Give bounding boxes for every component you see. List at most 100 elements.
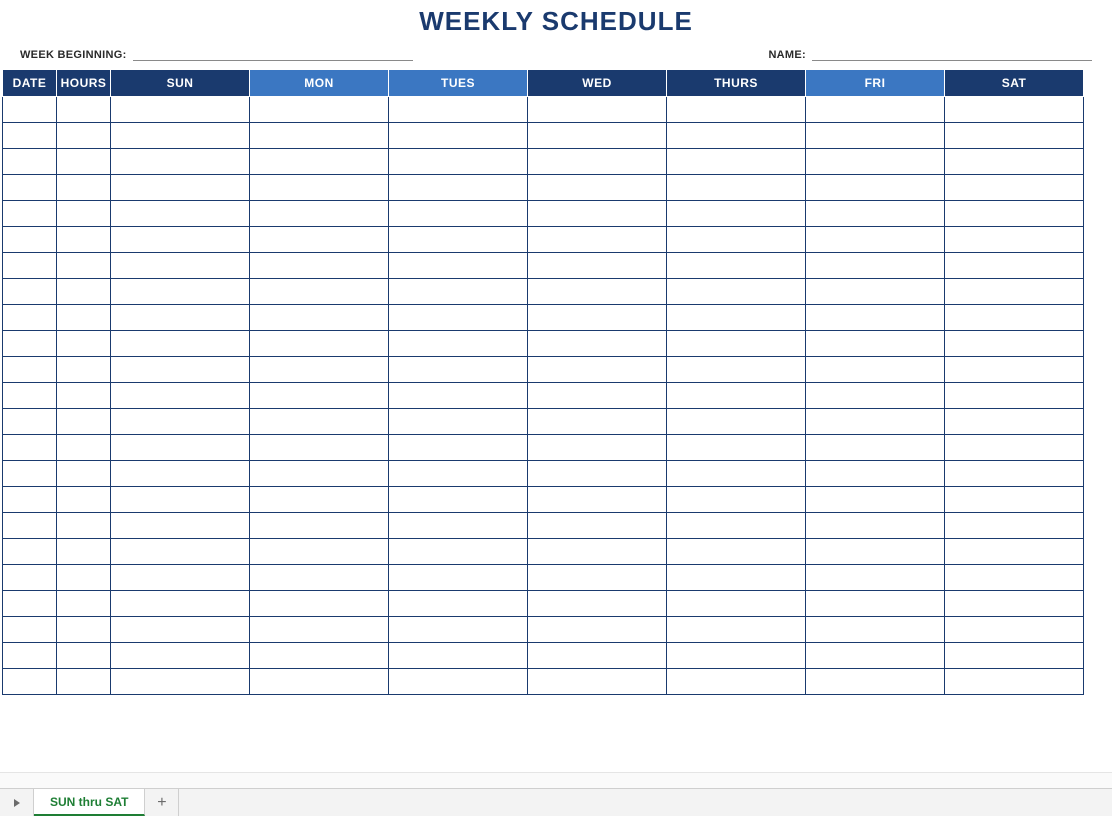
cell[interactable]	[250, 643, 389, 669]
schedule-table[interactable]: DATEHOURSSUNMONTUESWEDTHURSFRISAT	[2, 69, 1084, 695]
cell[interactable]	[806, 97, 945, 123]
cell[interactable]	[806, 357, 945, 383]
table-row[interactable]	[3, 591, 1084, 617]
table-row[interactable]	[3, 149, 1084, 175]
cell[interactable]	[250, 409, 389, 435]
week-beginning-input[interactable]	[133, 47, 413, 61]
cell[interactable]	[806, 253, 945, 279]
table-row[interactable]	[3, 357, 1084, 383]
tab-nav-button[interactable]	[0, 789, 34, 816]
cell[interactable]	[806, 461, 945, 487]
cell[interactable]	[528, 227, 667, 253]
cell[interactable]	[57, 617, 111, 643]
cell[interactable]	[806, 123, 945, 149]
table-row[interactable]	[3, 383, 1084, 409]
cell[interactable]	[667, 669, 806, 695]
cell[interactable]	[945, 513, 1084, 539]
cell[interactable]	[111, 461, 250, 487]
cell[interactable]	[389, 565, 528, 591]
cell[interactable]	[3, 513, 57, 539]
cell[interactable]	[111, 123, 250, 149]
cell[interactable]	[528, 357, 667, 383]
cell[interactable]	[806, 331, 945, 357]
cell[interactable]	[945, 331, 1084, 357]
cell[interactable]	[3, 331, 57, 357]
cell[interactable]	[111, 357, 250, 383]
cell[interactable]	[250, 331, 389, 357]
cell[interactable]	[3, 383, 57, 409]
cell[interactable]	[389, 227, 528, 253]
cell[interactable]	[57, 643, 111, 669]
cell[interactable]	[667, 487, 806, 513]
horizontal-scrollbar[interactable]	[0, 772, 1112, 788]
cell[interactable]	[57, 279, 111, 305]
cell[interactable]	[3, 409, 57, 435]
name-input[interactable]	[812, 47, 1092, 61]
cell[interactable]	[3, 357, 57, 383]
cell[interactable]	[57, 227, 111, 253]
table-row[interactable]	[3, 461, 1084, 487]
table-row[interactable]	[3, 227, 1084, 253]
cell[interactable]	[667, 253, 806, 279]
cell[interactable]	[528, 513, 667, 539]
cell[interactable]	[389, 149, 528, 175]
cell[interactable]	[667, 539, 806, 565]
cell[interactable]	[3, 617, 57, 643]
table-row[interactable]	[3, 409, 1084, 435]
cell[interactable]	[57, 201, 111, 227]
cell[interactable]	[528, 461, 667, 487]
cell[interactable]	[111, 97, 250, 123]
cell[interactable]	[389, 409, 528, 435]
table-row[interactable]	[3, 487, 1084, 513]
cell[interactable]	[389, 539, 528, 565]
cell[interactable]	[389, 669, 528, 695]
cell[interactable]	[389, 617, 528, 643]
cell[interactable]	[528, 279, 667, 305]
cell[interactable]	[250, 149, 389, 175]
cell[interactable]	[57, 123, 111, 149]
cell[interactable]	[3, 305, 57, 331]
cell[interactable]	[945, 253, 1084, 279]
cell[interactable]	[667, 357, 806, 383]
cell[interactable]	[3, 487, 57, 513]
cell[interactable]	[57, 175, 111, 201]
cell[interactable]	[57, 149, 111, 175]
cell[interactable]	[945, 383, 1084, 409]
cell[interactable]	[945, 617, 1084, 643]
cell[interactable]	[389, 331, 528, 357]
cell[interactable]	[3, 123, 57, 149]
cell[interactable]	[250, 617, 389, 643]
cell[interactable]	[945, 357, 1084, 383]
cell[interactable]	[3, 175, 57, 201]
cell[interactable]	[806, 305, 945, 331]
cell[interactable]	[806, 643, 945, 669]
cell[interactable]	[250, 435, 389, 461]
cell[interactable]	[667, 409, 806, 435]
cell[interactable]	[250, 227, 389, 253]
cell[interactable]	[528, 253, 667, 279]
cell[interactable]	[945, 175, 1084, 201]
cell[interactable]	[806, 565, 945, 591]
cell[interactable]	[57, 383, 111, 409]
cell[interactable]	[945, 565, 1084, 591]
cell[interactable]	[389, 97, 528, 123]
cell[interactable]	[528, 175, 667, 201]
table-row[interactable]	[3, 175, 1084, 201]
cell[interactable]	[667, 591, 806, 617]
cell[interactable]	[806, 669, 945, 695]
cell[interactable]	[111, 669, 250, 695]
cell[interactable]	[667, 97, 806, 123]
cell[interactable]	[250, 539, 389, 565]
cell[interactable]	[528, 305, 667, 331]
cell[interactable]	[57, 461, 111, 487]
cell[interactable]	[389, 513, 528, 539]
cell[interactable]	[250, 279, 389, 305]
cell[interactable]	[111, 331, 250, 357]
cell[interactable]	[389, 591, 528, 617]
cell[interactable]	[389, 357, 528, 383]
cell[interactable]	[250, 461, 389, 487]
cell[interactable]	[111, 617, 250, 643]
cell[interactable]	[111, 305, 250, 331]
table-row[interactable]	[3, 305, 1084, 331]
cell[interactable]	[667, 175, 806, 201]
